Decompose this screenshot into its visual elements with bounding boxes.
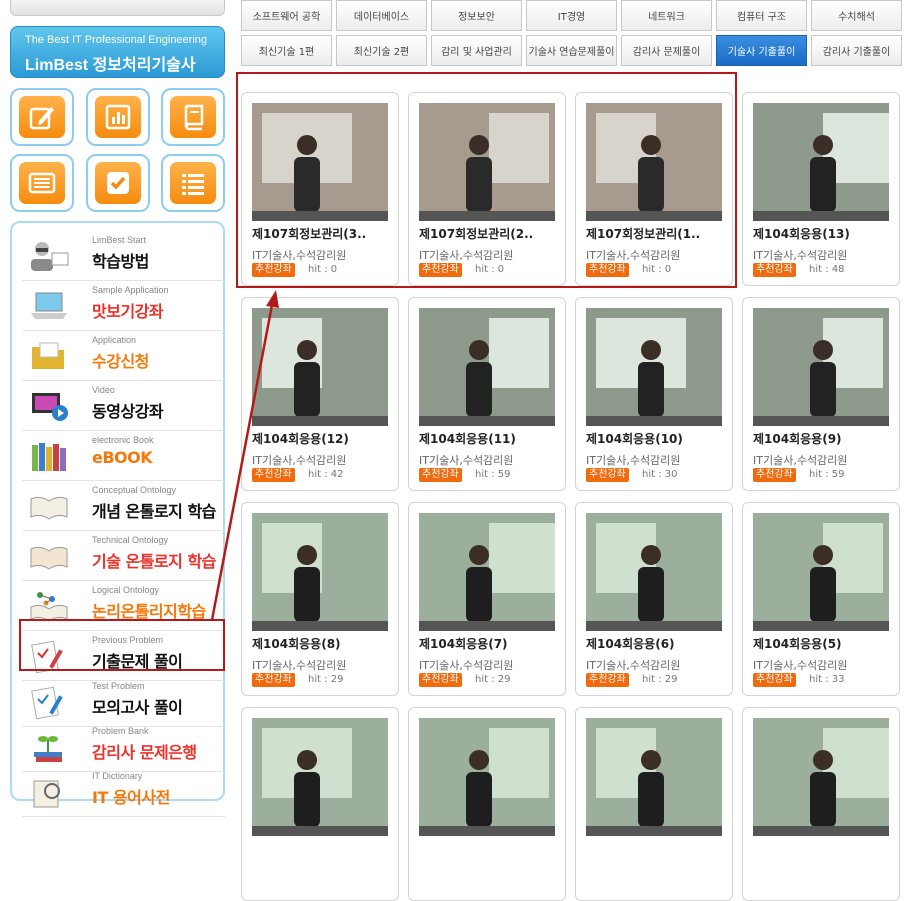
annotation-arrow [210, 290, 279, 621]
